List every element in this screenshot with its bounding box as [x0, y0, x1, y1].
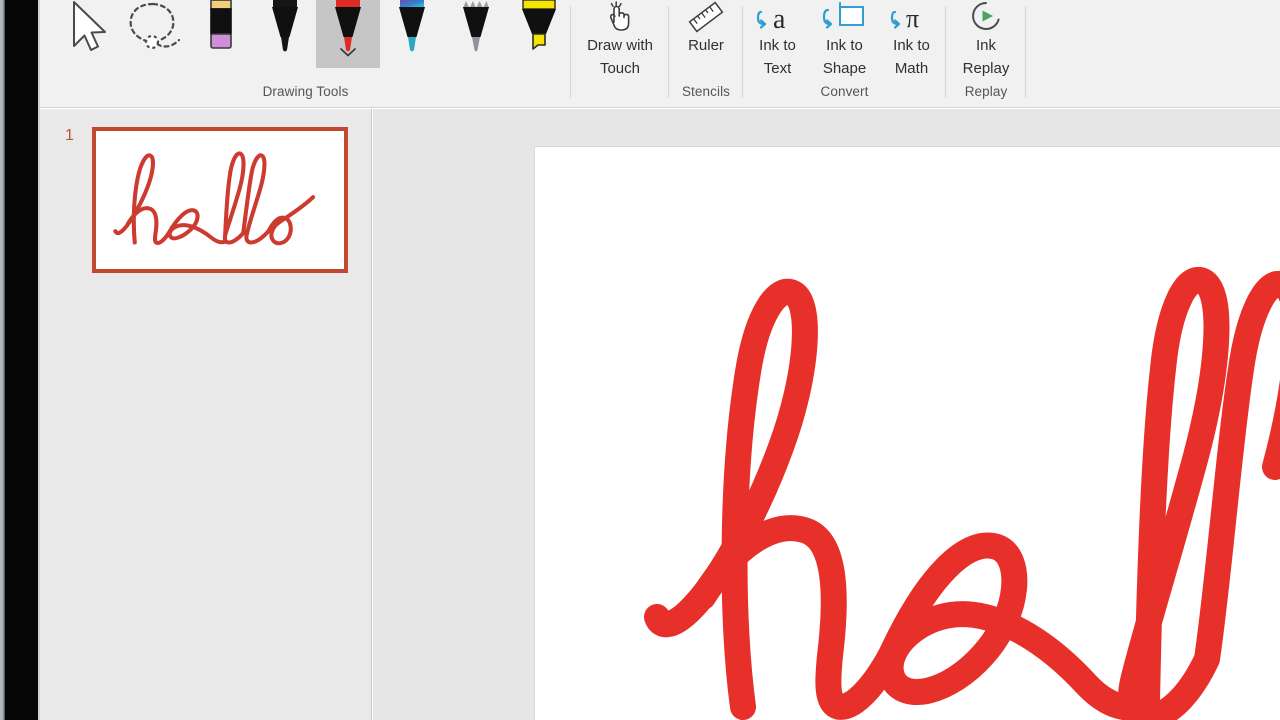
pen-blue-icon: [391, 0, 433, 61]
bezel-edge-line: [38, 0, 40, 720]
eraser-tool[interactable]: [189, 0, 253, 68]
ink-replay-button[interactable]: Ink Replay: [947, 0, 1025, 82]
ink-to-shape-button[interactable]: Ink to Shape: [811, 0, 879, 82]
slide-thumbnail-1[interactable]: [92, 127, 348, 273]
ink-to-shape-label: Ink to Shape: [822, 37, 867, 77]
slide-ink-hello: [535, 147, 1280, 720]
svg-text:a: a: [773, 4, 786, 34]
pen-black-tool[interactable]: [253, 0, 317, 68]
pencil-icon: [455, 0, 497, 61]
ruler-icon: [688, 0, 724, 34]
ribbon-group-draw-with-touch: Draw with Touch: [571, 0, 669, 108]
bezel-highlight: [0, 0, 5, 720]
highlighter-tool[interactable]: [507, 0, 571, 68]
draw-ribbon: Drawing Tools Draw with Touch Ruler Sten…: [40, 0, 1280, 108]
hand-touch-icon: [603, 0, 637, 34]
pen-options-chevron-down-icon[interactable]: [316, 46, 380, 61]
slide-number-label: 1: [65, 127, 74, 144]
slide-thumbnail-panel[interactable]: 1: [40, 109, 372, 720]
draw-with-touch-label: Draw with Touch: [587, 37, 653, 77]
ink-to-math-label: Ink to Math: [893, 37, 930, 77]
ink-to-text-label: Ink to Text: [759, 37, 796, 77]
select-arrow-icon: [65, 0, 109, 63]
ink-replay-icon: [967, 0, 1005, 34]
pen-black-icon: [264, 0, 306, 61]
thumbnail-ink-hello: [96, 131, 344, 269]
ink-to-text-icon: a: [755, 0, 801, 34]
ink-to-text-button[interactable]: a Ink to Text: [745, 0, 811, 82]
ink-replay-label: Ink Replay: [962, 37, 1010, 77]
ribbon-group-stencils: Ruler Stencils: [669, 0, 743, 108]
pen-blue-tool[interactable]: [380, 0, 444, 68]
ribbon-group-label-convert: Convert: [820, 84, 869, 99]
svg-text:π: π: [906, 4, 919, 33]
ribbon-group-label-stencils: Stencils: [681, 84, 731, 99]
ribbon-group-label-replay: Replay: [964, 84, 1008, 99]
select-arrow-tool[interactable]: [54, 0, 120, 68]
ink-to-math-button[interactable]: π Ink to Math: [879, 0, 945, 82]
ribbon-group-label-drawing-tools: Drawing Tools: [262, 84, 349, 99]
slide-canvas-area[interactable]: [373, 109, 1280, 720]
pen-red-tool[interactable]: [316, 0, 381, 68]
ribbon-group-replay: Ink Replay Replay: [946, 0, 1026, 108]
powerpoint-window: Drawing Tools Draw with Touch Ruler Sten…: [0, 0, 1280, 720]
slide-editing-surface[interactable]: [535, 147, 1280, 720]
ruler-label: Ruler: [688, 37, 724, 54]
ruler-button[interactable]: Ruler: [670, 0, 742, 82]
draw-with-touch-button[interactable]: Draw with Touch: [572, 0, 668, 82]
pencil-tool[interactable]: [444, 0, 508, 68]
group-separator: [1025, 6, 1026, 98]
lasso-select-tool[interactable]: [120, 0, 190, 68]
eraser-icon: [201, 0, 241, 61]
screen-left-bezel: [0, 0, 40, 720]
lasso-select-icon: [123, 0, 185, 61]
highlighter-yellow-icon: [517, 0, 561, 61]
ink-to-math-icon: π: [889, 0, 935, 34]
ribbon-group-drawing-tools: Drawing Tools: [40, 0, 571, 108]
ribbon-group-convert: a Ink to Text Ink to Shape π Ink to Math…: [743, 0, 946, 108]
ink-to-shape-icon: [821, 0, 869, 34]
